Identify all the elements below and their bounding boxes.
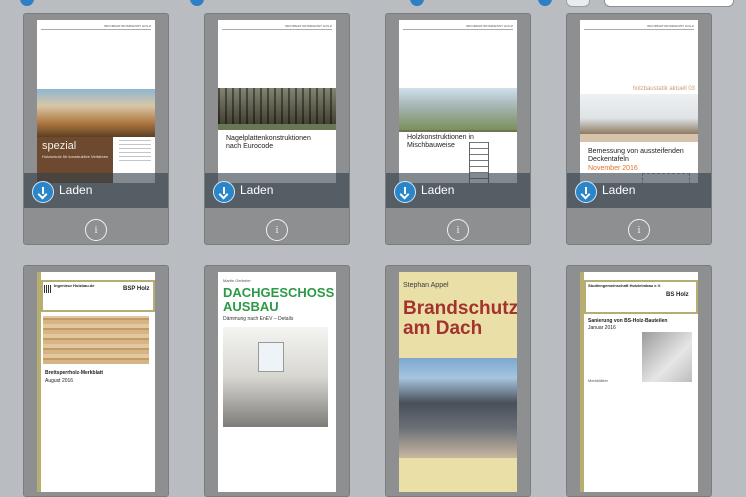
download-icon: [575, 181, 597, 203]
toolbar-toggle[interactable]: [566, 0, 590, 7]
publication-card[interactable]: Studiengemeinschaft Holzleimbau e.V. BS …: [566, 265, 712, 497]
publication-cover: INFORMATIONSDIENST HOLZ Holzkonstruktion…: [399, 20, 517, 183]
publication-card[interactable]: INFORMATIONSDIENST HOLZ holzbaustatik ak…: [566, 13, 712, 245]
cover-date: Januar 2016: [588, 325, 616, 331]
cover-photo: [580, 94, 698, 134]
publication-cover: INFORMATIONSDIENST HOLZ holzbaustatik ak…: [580, 20, 698, 183]
cover-subtitle: Holzschutz für konstruktive Verfahren: [42, 154, 109, 159]
info-button[interactable]: i: [447, 219, 469, 241]
cover-publisher: INFORMATIONSDIENST HOLZ: [103, 24, 151, 28]
publication-card[interactable]: Stephan Appel Brandschutz am Dach: [385, 265, 531, 497]
publication-card[interactable]: INFORMATIONSDIENST HOLZ spezial Holzschu…: [23, 13, 169, 245]
publication-cover: INFORMATIONSDIENST HOLZ Nagelplattenkons…: [218, 20, 336, 183]
publication-cover: Studiengemeinschaft Holzleimbau e.V. BS …: [580, 272, 698, 492]
cover-author: Stephan Appel: [403, 282, 449, 289]
cover-author: Martin Gerbeler: [223, 278, 251, 283]
load-button[interactable]: Laden: [205, 173, 349, 208]
cover-photo: [218, 88, 336, 124]
cover-photo: [399, 88, 517, 130]
publication-cover: Ingenieur Holzbau.de BSP Holz Brettsperr…: [37, 272, 155, 492]
cover-badge: BSP Holz: [123, 286, 150, 292]
publication-cover: INFORMATIONSDIENST HOLZ spezial Holzschu…: [37, 20, 155, 183]
publication-card[interactable]: Ingenieur Holzbau.de BSP Holz Brettsperr…: [23, 265, 169, 497]
cover-series: holzbaustatik aktuell 03: [632, 86, 695, 92]
cover-title: Sanierung von BS-Holz-Bauteilen: [588, 318, 668, 324]
cover-title: spezial: [42, 140, 77, 152]
cover-title-line1: Brandschutz: [403, 298, 517, 319]
load-label: Laden: [602, 183, 636, 197]
cover-title-line1: DACHGESCHOSS: [223, 285, 335, 300]
cover-photo: [37, 89, 155, 137]
publication-card[interactable]: INFORMATIONSDIENST HOLZ Nagelplattenkons…: [204, 13, 350, 245]
load-button[interactable]: Laden: [386, 173, 530, 208]
load-label: Laden: [59, 183, 93, 197]
cover-title: Bemessung von aussteifenden Deckentafeln: [588, 148, 684, 163]
info-button[interactable]: i: [85, 219, 107, 241]
cover-title: Brettsperrholz-Merkblatt: [45, 370, 104, 376]
publication-card[interactable]: INFORMATIONSDIENST HOLZ Holzkonstruktion…: [385, 13, 531, 245]
load-label: Laden: [421, 183, 455, 197]
cover-date: November 2016: [588, 165, 638, 172]
info-button[interactable]: i: [266, 219, 288, 241]
cover-publisher: INFORMATIONSDIENST HOLZ: [465, 24, 513, 28]
cover-badge: BS Holz: [666, 292, 689, 298]
cover-photo: [399, 358, 517, 458]
download-icon: [32, 181, 54, 203]
cover-publisher: INFORMATIONSDIENST HOLZ: [646, 24, 694, 28]
load-button[interactable]: Laden: [24, 173, 168, 208]
toolbar-button-icon[interactable]: [190, 0, 204, 6]
toolbar-button-icon[interactable]: [410, 0, 424, 6]
cover-subtitle: Dämmung nach EnEV – Details: [223, 316, 294, 322]
publication-card[interactable]: Martin Gerbeler DACHGESCHOSS AUSBAU Dämm…: [204, 265, 350, 497]
cover-title-line2: am Dach: [403, 318, 483, 339]
cover-publisher: Ingenieur Holzbau.de: [54, 283, 95, 288]
cover-title-line2: AUSBAU: [223, 299, 279, 314]
cover-photo: [642, 332, 692, 382]
toolbar-button-icon[interactable]: [20, 0, 34, 6]
cover-photo: [43, 316, 149, 364]
toolbar-button-icon[interactable]: [538, 0, 552, 6]
cover-note: Merkblätter: [588, 378, 609, 383]
load-button[interactable]: Laden: [567, 173, 711, 208]
search-input[interactable]: [604, 0, 734, 7]
cover-date: August 2016: [45, 378, 74, 384]
top-toolbar: [0, 0, 746, 7]
download-icon: [394, 181, 416, 203]
load-label: Laden: [240, 183, 274, 197]
download-icon: [213, 181, 235, 203]
info-button[interactable]: i: [628, 219, 650, 241]
cover-publisher: Studiengemeinschaft Holzleimbau e.V.: [588, 283, 661, 288]
cover-title: Nagelplattenkonstruktionen nach Eurocode: [226, 135, 311, 150]
publisher-logo: [44, 285, 52, 293]
cover-publisher: INFORMATIONSDIENST HOLZ: [284, 24, 332, 28]
publication-cover: Martin Gerbeler DACHGESCHOSS AUSBAU Dämm…: [218, 272, 336, 492]
publication-cover: Stephan Appel Brandschutz am Dach: [399, 272, 517, 492]
